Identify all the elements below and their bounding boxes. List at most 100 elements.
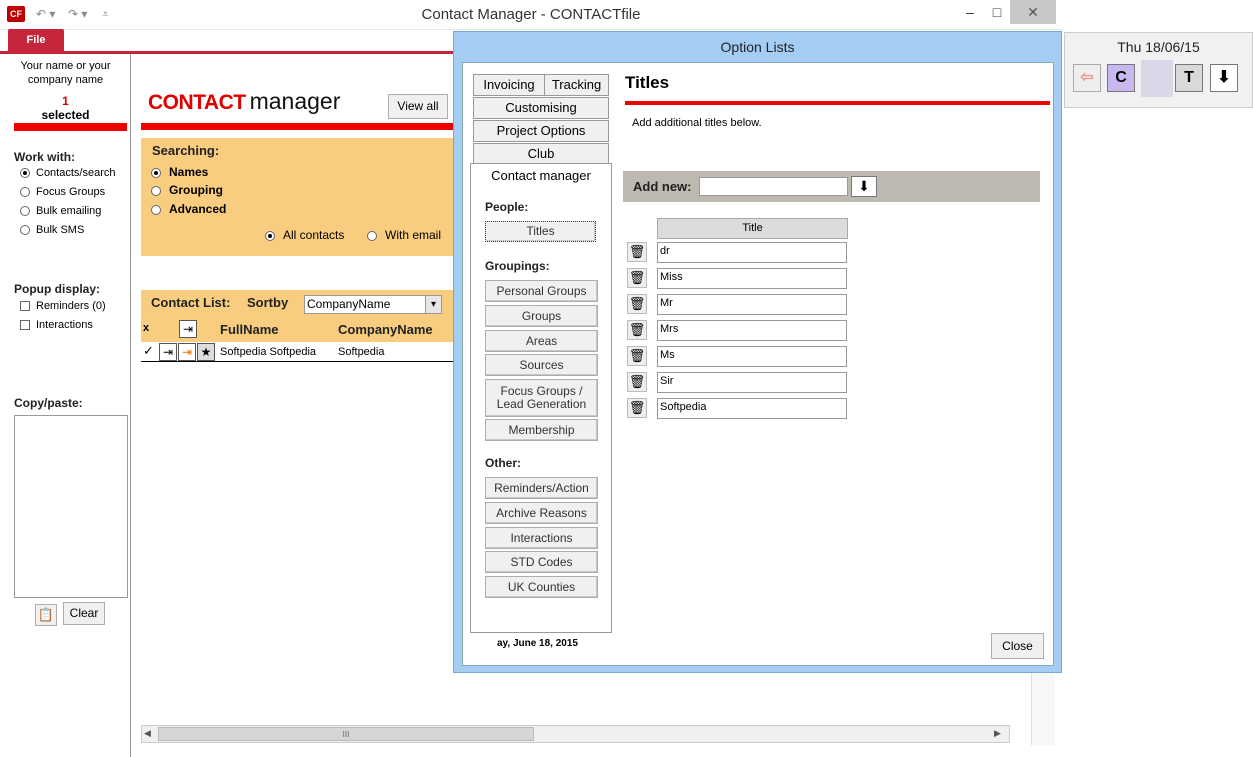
scope-with-email[interactable]: With email — [367, 228, 441, 242]
checkbox-icon[interactable] — [20, 301, 30, 312]
option-label: Bulk emailing — [36, 205, 102, 217]
option-lists-dialog: Option Lists Invoicing Tracking Customis… — [453, 31, 1062, 673]
add-new-bar: Add new: ⬇ — [623, 171, 1040, 202]
trash-icon[interactable]: 🗑 — [627, 294, 647, 314]
date-spacer — [1141, 60, 1173, 97]
export-icon[interactable]: ⇥ — [179, 320, 197, 338]
clear-button[interactable]: Clear — [63, 602, 105, 625]
star-icon[interactable]: ★ — [197, 343, 215, 361]
scroll-thumb[interactable]: III — [158, 727, 534, 741]
scroll-right-icon[interactable]: ▶ — [994, 728, 1001, 739]
trash-icon[interactable]: 🗑 — [627, 346, 647, 366]
radio-icon[interactable] — [20, 168, 30, 179]
radio-icon[interactable] — [367, 230, 377, 241]
option-std-codes[interactable]: STD Codes — [485, 551, 598, 573]
work-with-focus-groups[interactable]: Focus Groups — [20, 186, 105, 198]
work-with-contacts[interactable]: Contacts/search — [20, 167, 115, 179]
minimize-button[interactable]: – — [956, 0, 984, 24]
close-window-button[interactable]: ✕ — [1010, 0, 1056, 24]
title-field[interactable]: Sir — [657, 372, 847, 393]
tab-club[interactable]: Club — [473, 143, 609, 165]
title-field[interactable]: Ms — [657, 346, 847, 367]
scope-all-contacts[interactable]: All contacts — [265, 228, 344, 242]
work-with-bulk-sms[interactable]: Bulk SMS — [20, 224, 84, 236]
paste-icon[interactable]: 📋 — [35, 604, 57, 626]
title-field[interactable]: Mrs — [657, 320, 847, 341]
trash-icon[interactable]: 🗑 — [627, 372, 647, 392]
radio-icon[interactable] — [151, 167, 161, 178]
section-underline — [625, 101, 1050, 105]
other-heading: Other: — [485, 456, 521, 470]
title-field[interactable]: Miss — [657, 268, 847, 289]
option-uk-counties[interactable]: UK Counties — [485, 576, 598, 598]
add-new-input[interactable] — [699, 177, 848, 196]
copy-paste-area[interactable] — [14, 415, 128, 598]
title-field[interactable]: dr — [657, 242, 847, 263]
task-t-button[interactable]: T — [1175, 64, 1203, 92]
search-names[interactable]: Names — [151, 165, 208, 179]
groupings-heading: Groupings: — [485, 259, 550, 273]
col-x-header: x — [143, 322, 150, 334]
option-sources[interactable]: Sources — [485, 354, 598, 376]
close-button[interactable]: Close — [991, 633, 1044, 659]
open-record-icon[interactable]: ⇥ — [159, 343, 177, 361]
title-field[interactable]: Mr — [657, 294, 847, 315]
file-tab[interactable]: File — [8, 29, 64, 51]
focus-groups-line2: Lead Generation — [496, 397, 587, 411]
option-label: Advanced — [169, 202, 227, 216]
radio-icon[interactable] — [20, 206, 30, 217]
down-arrow-icon[interactable]: ⬇ — [1210, 64, 1238, 92]
scroll-left-icon[interactable]: ◀ — [144, 728, 151, 739]
option-personal-groups[interactable]: Personal Groups — [485, 280, 598, 302]
trash-icon[interactable]: 🗑 — [627, 398, 647, 418]
tab-project-options[interactable]: Project Options — [473, 120, 609, 142]
radio-icon[interactable] — [151, 204, 161, 215]
link-record-icon[interactable]: ⇥ — [178, 343, 196, 361]
maximize-button[interactable]: □ — [984, 0, 1010, 24]
view-all-button[interactable]: View all — [388, 94, 448, 119]
add-down-arrow-icon[interactable]: ⬇ — [851, 176, 877, 197]
checkbox-icon[interactable] — [20, 320, 30, 331]
radio-icon[interactable] — [20, 225, 30, 236]
title-field[interactable]: Softpedia — [657, 398, 847, 419]
logo-manager-text: manager — [249, 88, 341, 114]
dialog-body: Invoicing Tracking Customising Project O… — [462, 62, 1054, 666]
option-areas[interactable]: Areas — [485, 330, 598, 352]
search-advanced[interactable]: Advanced — [151, 202, 226, 216]
radio-icon[interactable] — [151, 185, 161, 196]
popup-display-heading: Popup display: — [14, 282, 101, 296]
option-focus-groups[interactable]: Focus Groups / Lead Generation — [485, 379, 598, 417]
popup-reminders[interactable]: Reminders (0) — [20, 300, 106, 312]
radio-icon[interactable] — [265, 230, 275, 241]
tab-invoicing[interactable]: Invoicing — [473, 74, 545, 96]
sortby-value: CompanyName — [307, 297, 391, 311]
row-checkmark[interactable]: ✓ — [143, 343, 154, 359]
option-membership[interactable]: Membership — [485, 419, 598, 441]
tab-customising[interactable]: Customising — [473, 97, 609, 119]
col-fullname-header[interactable]: FullName — [220, 322, 279, 337]
left-panel: Your name or your company name 1 selecte… — [0, 54, 131, 757]
sortby-select[interactable]: CompanyName ▾ — [304, 295, 442, 314]
option-groups[interactable]: Groups — [485, 305, 598, 327]
chevron-down-icon[interactable]: ▾ — [425, 296, 441, 313]
option-reminders-action[interactable]: Reminders/Action — [485, 477, 598, 499]
option-interactions[interactable]: Interactions — [485, 527, 598, 549]
search-grouping[interactable]: Grouping — [151, 183, 223, 197]
tab-contact-manager[interactable]: Contact manager — [470, 163, 612, 187]
trash-icon[interactable]: 🗑 — [627, 320, 647, 340]
selected-count: 1 — [62, 94, 69, 108]
option-archive-reasons[interactable]: Archive Reasons — [485, 502, 598, 524]
calendar-c-button[interactable]: C — [1107, 64, 1135, 92]
trash-icon[interactable]: 🗑 — [627, 242, 647, 262]
table-row[interactable]: ✓ ⇥ ⇥ ★ Softpedia Softpedia Softpedia — [141, 342, 461, 362]
back-arrow-icon[interactable]: ⇦ — [1073, 64, 1101, 92]
work-with-bulk-emailing[interactable]: Bulk emailing — [20, 205, 101, 217]
popup-interactions[interactable]: Interactions — [20, 319, 93, 331]
radio-icon[interactable] — [20, 187, 30, 198]
option-titles[interactable]: Titles — [485, 221, 596, 242]
col-companyname-header[interactable]: CompanyName — [338, 322, 433, 337]
horizontal-scrollbar[interactable]: ◀ III ▶ — [141, 725, 1010, 743]
trash-icon[interactable]: 🗑 — [627, 268, 647, 288]
tab-tracking[interactable]: Tracking — [544, 74, 609, 96]
title-column-header[interactable]: Title — [657, 218, 848, 239]
